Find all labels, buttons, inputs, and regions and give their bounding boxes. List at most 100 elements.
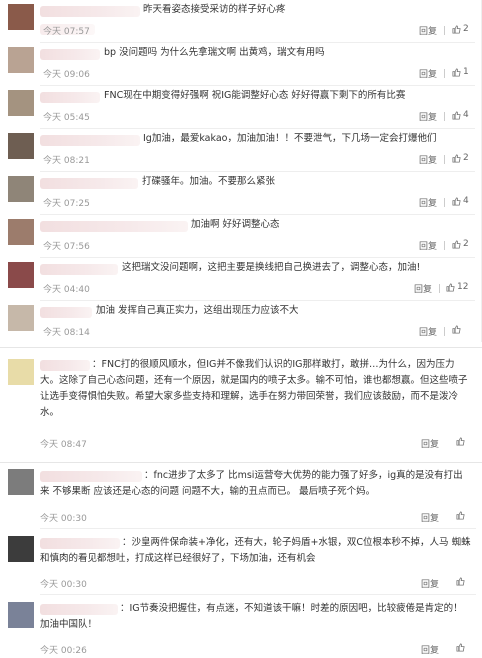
comment-time: 今天 08:14 — [43, 328, 90, 338]
reply-button[interactable]: 回复 — [419, 110, 437, 123]
comment-item: ：IG节奏没把握住，有点迷，不知道该干嘛！时差的原因吧，比较疲倦是肯定的！加油中… — [0, 596, 482, 658]
thumbs-up-icon — [452, 239, 461, 249]
like-button[interactable] — [456, 577, 465, 586]
thumbs-up-icon — [452, 110, 461, 120]
comment-item: 这把瑞文没问题啊，这把主要是换线把自己换进去了，调整心态，加油! 今天 04:4… — [0, 258, 481, 301]
divider — [444, 112, 445, 121]
reply-button[interactable]: 回复 — [419, 325, 437, 338]
reply-button[interactable]: 回复 — [419, 196, 437, 209]
avatar[interactable] — [8, 4, 34, 30]
divider — [444, 327, 445, 336]
thumbs-up-icon — [452, 24, 461, 34]
username[interactable] — [40, 264, 118, 275]
reply-button[interactable]: 回复 — [419, 239, 437, 252]
comment-time: 今天 00:30 — [40, 514, 87, 524]
avatar[interactable] — [8, 305, 34, 331]
thumbs-up-icon — [456, 577, 465, 586]
comment-time: 今天 08:21 — [43, 156, 90, 166]
divider — [444, 69, 445, 78]
comment-list-bottom: ：fnc进步了太多了 比msi运营夸大优势的能力强了好多，ig真的是没有打出来 … — [0, 462, 482, 657]
username[interactable] — [40, 135, 140, 146]
avatar[interactable] — [8, 469, 34, 495]
comment-text: 加油啊 好好调整心态 — [191, 219, 280, 230]
username[interactable] — [40, 49, 100, 60]
like-button[interactable]: 1 — [452, 67, 469, 77]
like-button[interactable]: 2 — [452, 239, 469, 249]
like-count: 4 — [463, 110, 469, 120]
avatar[interactable] — [8, 262, 34, 288]
comment-time: 今天 00:30 — [40, 580, 87, 590]
avatar[interactable] — [8, 176, 34, 202]
like-count: 1 — [463, 67, 469, 77]
avatar[interactable] — [8, 90, 34, 116]
thumbs-up-icon — [446, 282, 455, 292]
comment-text: ：fnc进步了太多了 比msi运营夸大优势的能力强了好多，ig真的是没有打出来 … — [40, 470, 463, 497]
like-count: 2 — [463, 153, 469, 163]
comment-text: 打碟骚年。加油。不要那么紧张 — [142, 176, 276, 187]
comment-text: ：FNC打的很顺风顺水，但IG并不像我们认识的IG那样敢打，敢拼…为什么，因为压… — [40, 359, 468, 418]
comment-item: FNC现在中期变得好强啊 祝IG能调整好心态 好好得赢下剩下的所有比赛 今天 0… — [0, 86, 481, 129]
comment-time: 今天 07:56 — [43, 242, 90, 252]
avatar[interactable] — [8, 133, 34, 159]
reply-button[interactable]: 回复 — [421, 643, 439, 656]
comment-item: 昨天看姿态接受采访的样子好心疼 今天 07:57 回复 2 — [0, 0, 481, 43]
comment-time: 今天 07:57 — [43, 27, 90, 37]
comment-text: bp 没问题吗 为什么先拿瑞文啊 出黄鸡，瑞文有用吗 — [104, 47, 325, 58]
comment-text: 加油 发挥自己真正实力，这组出现压力应该不大 — [96, 305, 299, 316]
avatar[interactable] — [8, 602, 34, 628]
reply-button[interactable]: 回复 — [419, 67, 437, 80]
comment-text: FNC现在中期变得好强啊 祝IG能调整好心态 好好得赢下剩下的所有比赛 — [104, 90, 406, 101]
comment-list-top: 昨天看姿态接受采访的样子好心疼 今天 07:57 回复 2 bp 没问题吗 为什… — [0, 0, 482, 342]
like-button[interactable] — [456, 643, 465, 652]
divider — [444, 198, 445, 207]
avatar[interactable] — [8, 359, 34, 385]
comment-time: 今天 05:45 — [43, 113, 90, 123]
avatar[interactable] — [8, 536, 34, 562]
like-button[interactable]: 12 — [446, 282, 468, 292]
avatar[interactable] — [8, 47, 34, 73]
thumbs-up-icon — [456, 437, 465, 446]
like-button[interactable] — [456, 511, 465, 520]
reply-button[interactable]: 回复 — [421, 577, 439, 590]
reply-button[interactable]: 回复 — [419, 153, 437, 166]
divider — [444, 241, 445, 250]
comment-item: Ig加油，最爱kakao，加油加油！！不要泄气，下几场一定会打爆他们 今天 08… — [0, 129, 481, 172]
reply-button[interactable]: 回复 — [419, 24, 437, 37]
like-button[interactable] — [456, 437, 465, 446]
comment-time: 今天 04:40 — [43, 285, 90, 295]
comment-time: 今天 08:47 — [40, 440, 87, 450]
comment-item: bp 没问题吗 为什么先拿瑞文啊 出黄鸡，瑞文有用吗 今天 09:06 回复 1 — [0, 43, 481, 86]
username[interactable] — [40, 92, 100, 103]
username[interactable] — [40, 6, 140, 17]
thumbs-up-icon — [452, 325, 461, 334]
thumbs-up-icon — [452, 196, 461, 206]
comment-text: Ig加油，最爱kakao，加油加油！！不要泄气，下几场一定会打爆他们 — [143, 133, 437, 144]
username[interactable] — [40, 307, 92, 318]
thumbs-up-icon — [452, 67, 461, 77]
like-button[interactable]: 2 — [452, 24, 469, 34]
comment-text: ：IG节奏没把握住，有点迷，不知道该干嘛！时差的原因吧，比较疲倦是肯定的！加油中… — [40, 603, 463, 630]
reply-button[interactable]: 回复 — [421, 511, 439, 524]
comment-item: ：沙皇两件保命装+净化，还有大，轮子妈盾+水银，双C位根本秒不掉，人马 蜘蛛和慎… — [0, 530, 482, 592]
thumbs-up-icon — [456, 511, 465, 520]
like-button[interactable]: 4 — [452, 110, 469, 120]
like-button[interactable] — [452, 325, 463, 334]
username[interactable] — [40, 178, 138, 189]
like-count: 4 — [463, 196, 469, 206]
thumbs-up-icon — [452, 153, 461, 163]
avatar[interactable] — [8, 219, 34, 245]
comment-time: 今天 00:26 — [40, 646, 87, 656]
like-button[interactable]: 2 — [452, 153, 469, 163]
like-button[interactable]: 4 — [452, 196, 469, 206]
like-count: 12 — [457, 282, 469, 292]
divider — [444, 155, 445, 164]
divider — [444, 26, 445, 35]
like-count: 2 — [463, 239, 469, 249]
comment-item: 加油啊 好好调整心态 今天 07:56 回复 2 — [0, 215, 481, 258]
comment-item-featured: ：FNC打的很顺风顺水，但IG并不像我们认识的IG那样敢打，敢拼…为什么，因为压… — [0, 347, 482, 455]
username[interactable] — [40, 221, 188, 232]
reply-button[interactable]: 回复 — [421, 437, 439, 450]
thumbs-up-icon — [456, 643, 465, 652]
comment-text: 这把瑞文没问题啊，这把主要是换线把自己换进去了，调整心态，加油! — [122, 262, 421, 273]
reply-button[interactable]: 回复 — [414, 282, 432, 295]
